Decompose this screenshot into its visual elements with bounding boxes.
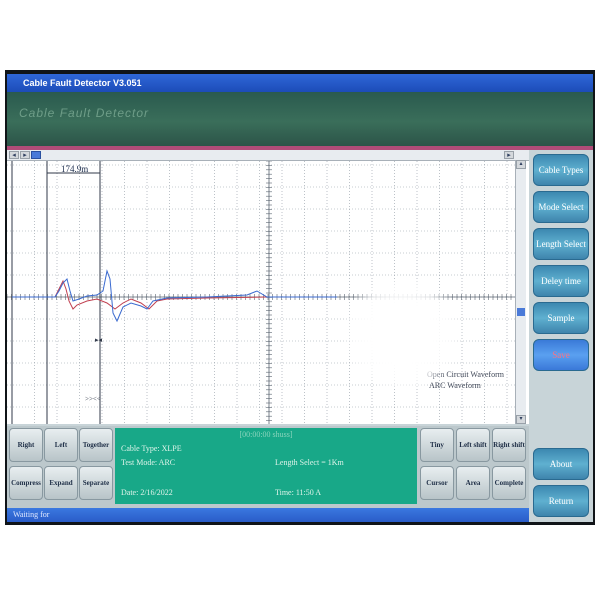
return-button[interactable]: Return — [533, 485, 589, 517]
scroll-end-right-icon[interactable]: ▸ — [504, 151, 514, 159]
vertical-scrollbar[interactable]: ▴ ▾ — [515, 160, 526, 424]
info-header: [00:00:00 shuss] — [239, 430, 293, 439]
waveform-display: ◂ ▸ ▸ ▸◂ >><< 174.9m Open Circuit Wavefo… — [7, 150, 529, 424]
cursor-markers: ▸◂ — [95, 336, 103, 344]
left-shift-button[interactable]: Left shift — [456, 428, 490, 462]
right-shift-button[interactable]: Right shift — [492, 428, 526, 462]
scroll-up-icon[interactable]: ▴ — [516, 160, 526, 169]
horizontal-scroll-thumb[interactable] — [31, 151, 41, 159]
test-info-panel: [00:00:00 shuss] Cable Type: XLPE Test M… — [115, 428, 417, 504]
test-mode-value: Test Mode: ARC — [121, 458, 176, 467]
compress-button[interactable]: Compress — [9, 466, 43, 500]
time-value: Time: 11:50 A — [275, 488, 322, 497]
banner-text: Cable Fault Detector — [19, 106, 150, 120]
left-button[interactable]: Left — [44, 428, 78, 462]
complete-button[interactable]: Complete — [492, 466, 526, 500]
date-value: Date: 2/16/2022 — [121, 488, 173, 497]
cable-type-value: Cable Type: XLPE — [121, 444, 182, 453]
length-select-value: Length Select = 1Km — [275, 458, 344, 467]
banner: Cable Fault Detector — [7, 92, 593, 146]
cursor-distance-readout: 174.9m — [61, 164, 89, 174]
control-panel: Right Left Together Compress Expand Sepa… — [7, 426, 529, 508]
length-select-button[interactable]: Length Select — [533, 228, 589, 260]
scroll-down-icon[interactable]: ▾ — [516, 415, 526, 424]
about-button[interactable]: About — [533, 448, 589, 480]
legend-arc: ARC Waveform — [429, 381, 481, 390]
sample-button[interactable]: Sample — [533, 302, 589, 334]
right-button[interactable]: Right — [9, 428, 43, 462]
status-bar: Waiting for — [7, 508, 529, 522]
cursor-button[interactable]: Cursor — [420, 466, 454, 500]
scroll-left-icon[interactable]: ◂ — [9, 151, 19, 159]
separate-button[interactable]: Separate — [79, 466, 113, 500]
together-button[interactable]: Together — [79, 428, 113, 462]
expand-button[interactable]: Expand — [44, 466, 78, 500]
scroll-right-icon[interactable]: ▸ — [20, 151, 30, 159]
legend-open-circuit: Open Circuit Waveform — [427, 370, 504, 379]
delay-time-button[interactable]: Deley time — [533, 265, 589, 297]
save-button[interactable]: Save — [533, 339, 589, 371]
mode-select-button[interactable]: Mode Select — [533, 191, 589, 223]
horizontal-scrollbar[interactable]: ◂ ▸ ▸ — [7, 150, 529, 161]
cable-types-button[interactable]: Cable Types — [533, 154, 589, 186]
area-button[interactable]: Area — [456, 466, 490, 500]
cursor-distance-marker: >><< — [85, 395, 101, 403]
window-title: Cable Fault Detector V3.051 — [7, 74, 593, 92]
screen: Cable Fault Detector V3.051 Cable Fault … — [7, 74, 593, 522]
vertical-scroll-thumb[interactable] — [517, 308, 525, 316]
tiny-button[interactable]: Tiny — [420, 428, 454, 462]
